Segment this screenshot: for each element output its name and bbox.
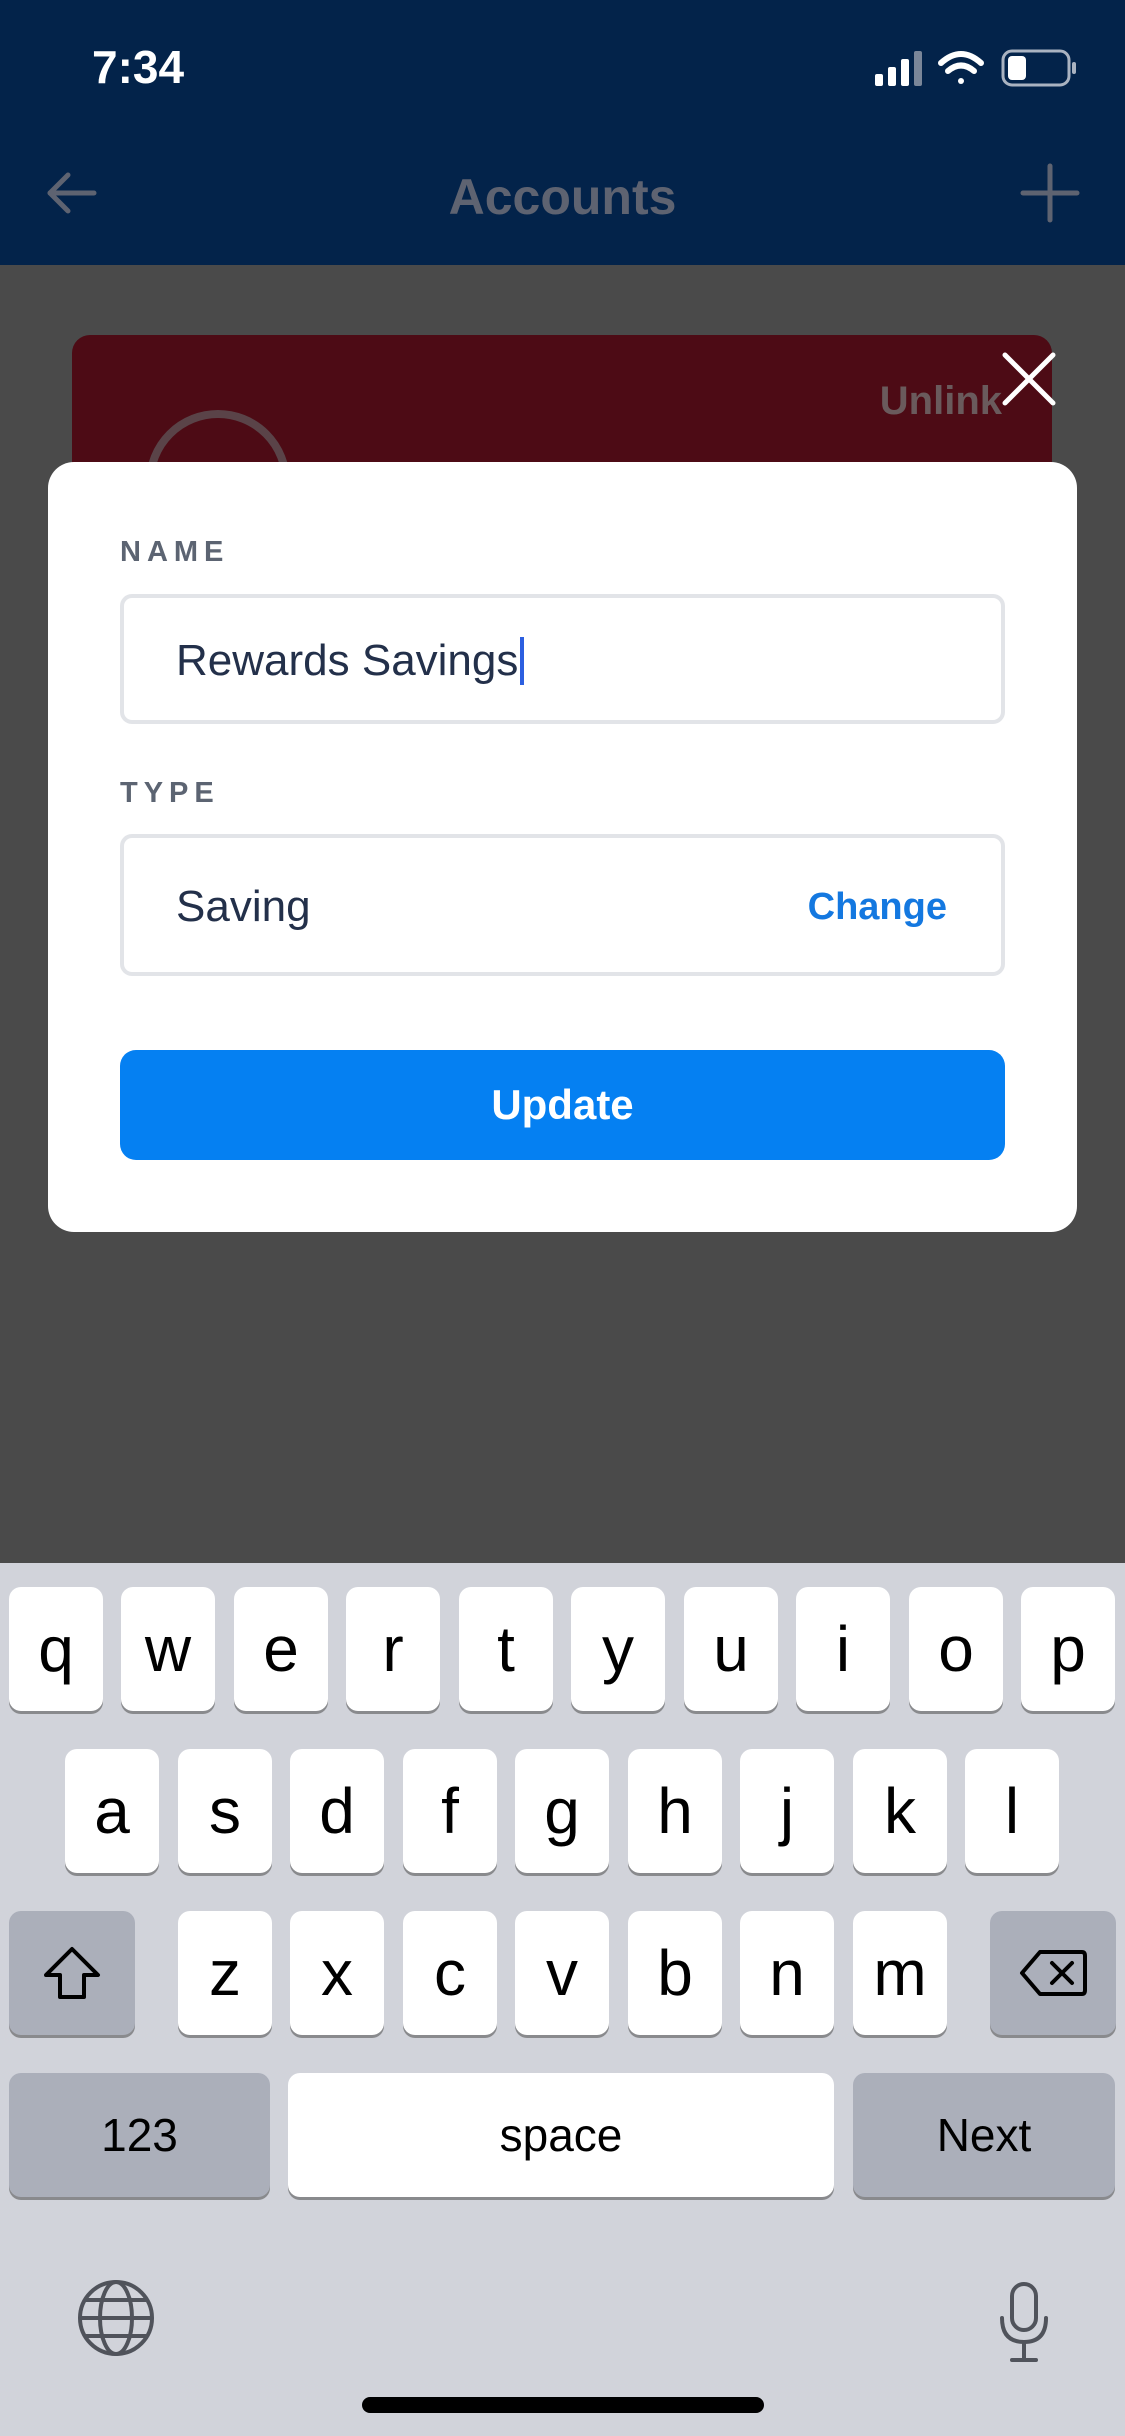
name-input[interactable]: Rewards Savings <box>120 594 1005 724</box>
key-t[interactable]: t <box>459 1587 553 1711</box>
edit-account-modal: NAME Rewards Savings TYPE Saving Change … <box>48 462 1077 1232</box>
space-key[interactable]: space <box>288 2073 834 2197</box>
microphone-icon[interactable] <box>996 2280 1052 2364</box>
wifi-icon <box>938 51 984 84</box>
key-v[interactable]: v <box>515 1911 609 2035</box>
type-label: TYPE <box>120 777 220 809</box>
key-e[interactable]: e <box>234 1587 328 1711</box>
backspace-icon <box>1020 1950 1087 1996</box>
key-h[interactable]: h <box>628 1749 722 1873</box>
key-d[interactable]: d <box>290 1749 384 1873</box>
page-title: Accounts <box>448 169 677 225</box>
shift-icon <box>44 1947 100 1999</box>
next-key[interactable]: Next <box>853 2073 1115 2197</box>
key-c[interactable]: c <box>403 1911 497 2035</box>
status-time: 7:34 <box>92 41 185 93</box>
type-value: Saving <box>176 882 311 931</box>
app-header: 7:34 Accounts <box>0 0 1125 265</box>
signal-icon <box>875 51 922 86</box>
name-input-value[interactable]: Rewards Savings <box>176 636 525 686</box>
change-type-link[interactable]: Change <box>808 886 947 929</box>
key-s[interactable]: s <box>178 1749 272 1873</box>
key-i[interactable]: i <box>796 1587 890 1711</box>
name-label: NAME <box>120 536 230 568</box>
delete-key[interactable] <box>990 1911 1116 2035</box>
key-u[interactable]: u <box>684 1587 778 1711</box>
globe-icon[interactable] <box>76 2278 156 2358</box>
battery-icon <box>1001 49 1076 87</box>
key-j[interactable]: j <box>740 1749 834 1873</box>
key-o[interactable]: o <box>909 1587 1003 1711</box>
key-w[interactable]: w <box>121 1587 215 1711</box>
key-l[interactable]: l <box>965 1749 1059 1873</box>
update-button[interactable]: Update <box>120 1050 1005 1160</box>
close-icon[interactable] <box>1000 350 1058 408</box>
key-n[interactable]: n <box>740 1911 834 2035</box>
key-q[interactable]: q <box>9 1587 103 1711</box>
plus-icon[interactable] <box>1019 162 1081 224</box>
key-f[interactable]: f <box>403 1749 497 1873</box>
key-g[interactable]: g <box>515 1749 609 1873</box>
type-field: Saving Change <box>120 834 1005 976</box>
key-r[interactable]: r <box>346 1587 440 1711</box>
key-p[interactable]: p <box>1021 1587 1115 1711</box>
key-a[interactable]: a <box>65 1749 159 1873</box>
text-caret <box>520 637 525 685</box>
shift-key[interactable] <box>9 1911 135 2035</box>
key-k[interactable]: k <box>853 1749 947 1873</box>
status-icons <box>875 48 1085 88</box>
key-y[interactable]: y <box>571 1587 665 1711</box>
home-indicator <box>362 2397 764 2413</box>
unlink-button: Unlink <box>879 379 1002 423</box>
key-x[interactable]: x <box>290 1911 384 2035</box>
key-b[interactable]: b <box>628 1911 722 2035</box>
numbers-key[interactable]: 123 <box>9 2073 270 2197</box>
key-z[interactable]: z <box>178 1911 272 2035</box>
key-m[interactable]: m <box>853 1911 947 2035</box>
